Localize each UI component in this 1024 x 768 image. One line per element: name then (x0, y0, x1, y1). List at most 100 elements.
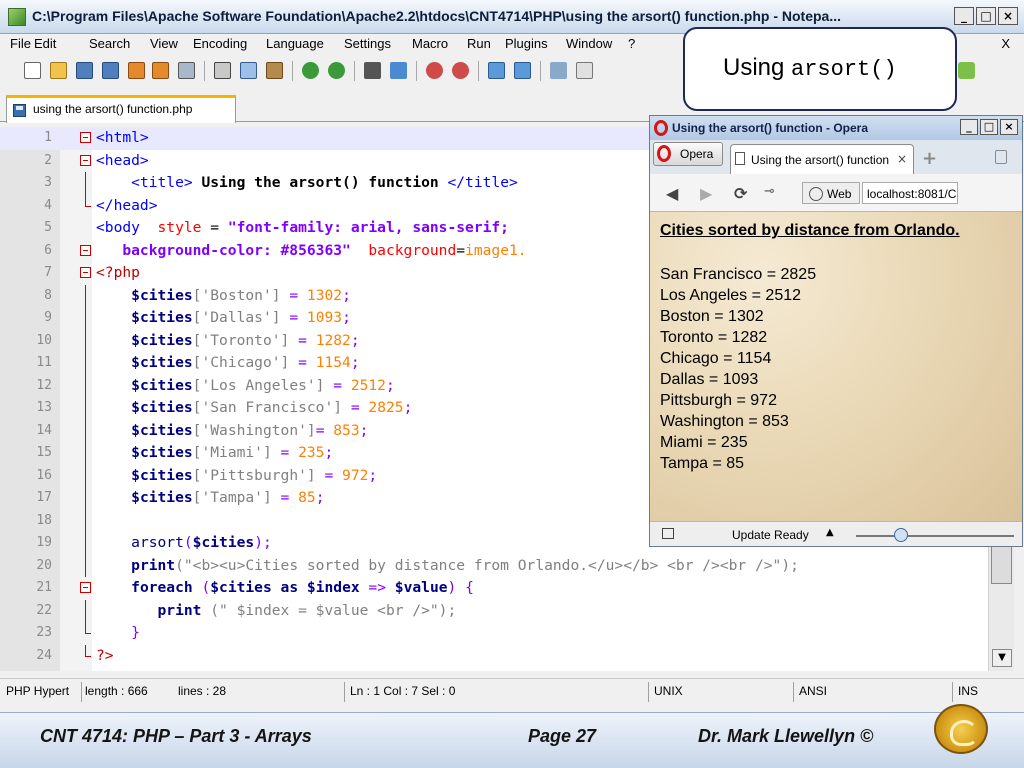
sync-vertical-icon[interactable] (488, 62, 505, 79)
code-text: print (" $index = $value <br />"); (157, 601, 457, 619)
redo-icon[interactable] (328, 62, 345, 79)
paste-icon[interactable] (266, 62, 283, 79)
scrollbar-thumb[interactable] (991, 542, 1012, 584)
fold-toggle-icon[interactable] (80, 582, 91, 593)
menu-settings[interactable]: Settings (344, 36, 391, 51)
fold-toggle-icon[interactable] (80, 132, 91, 143)
panel-toggle-icon[interactable] (662, 528, 674, 539)
zoom-slider-knob[interactable] (894, 528, 908, 542)
undo-icon[interactable] (302, 62, 319, 79)
replace-icon[interactable] (390, 62, 407, 79)
opera-tab-using-arsort[interactable]: Using the arsort() function × (730, 144, 914, 174)
page-icon (735, 152, 745, 165)
close-document-icon[interactable]: X (1001, 36, 1010, 51)
line-number: 16 (36, 467, 52, 483)
menu-view[interactable]: View (150, 36, 178, 51)
opera-browser-window: Using the arsort() function - Opera _ □ … (649, 115, 1023, 547)
forward-arrow-icon[interactable]: ▶ (700, 184, 712, 203)
tab-using-arsort-function[interactable]: using the arsort() function.php (6, 95, 236, 123)
key-icon[interactable]: ⊸ (764, 184, 775, 199)
opera-minimize-button[interactable]: _ (960, 119, 978, 135)
code-text: $cities['Tampa'] = 85; (131, 489, 325, 506)
new-tab-icon[interactable]: + (922, 148, 937, 169)
opera-tab-label: Using the arsort() function (751, 153, 890, 167)
word-wrap-icon[interactable] (550, 62, 567, 79)
code-line: 21 foreach ($cities as $index => $value)… (0, 577, 1014, 600)
fold-guide (85, 329, 86, 352)
status-cursor-position: Ln : 1 Col : 7 Sel : 0 (350, 684, 456, 698)
opera-logo-icon (654, 120, 668, 136)
cut-icon[interactable] (214, 62, 231, 79)
zoom-out-icon[interactable] (452, 62, 469, 79)
find-icon[interactable] (364, 62, 381, 79)
status-separator (952, 682, 953, 702)
save-all-icon[interactable] (102, 62, 119, 79)
menu-plugins[interactable]: Plugins (505, 36, 548, 51)
save-icon[interactable] (76, 62, 93, 79)
toolbar-separator (416, 61, 417, 81)
line-number: 19 (36, 535, 52, 550)
zoom-slider-track[interactable] (856, 535, 1014, 537)
line-number: 9 (44, 310, 52, 325)
address-bar[interactable]: localhost:8081/C (862, 182, 958, 204)
menu-search[interactable]: Search (89, 36, 130, 51)
fold-toggle-icon[interactable] (80, 267, 91, 278)
code-line: 22 print (" $index = $value <br />"); (0, 599, 1014, 622)
code-line: 20 print("<b><u>Cities sorted by distanc… (0, 554, 1014, 577)
code-text: ?> (96, 646, 114, 664)
line-number: 2 (44, 152, 52, 168)
opera-menu-button[interactable]: Opera (653, 142, 723, 166)
fold-guide (85, 307, 86, 330)
close-all-icon[interactable] (152, 62, 169, 79)
code-text: arsort($cities); (131, 534, 272, 551)
back-arrow-icon[interactable]: ◀ (666, 184, 678, 203)
line-number: 10 (36, 332, 52, 348)
menu-language[interactable]: Language (266, 36, 324, 51)
fold-guide (85, 599, 86, 622)
fold-toggle-icon[interactable] (80, 154, 91, 166)
status-separator (344, 682, 345, 702)
close-tab-icon[interactable]: × (897, 152, 907, 166)
menu-window[interactable]: Window (566, 36, 612, 51)
new-file-icon[interactable] (24, 62, 41, 79)
menu-encoding[interactable]: Encoding (193, 36, 247, 51)
menu-macro[interactable]: Macro (412, 36, 448, 51)
opera-maximize-button[interactable]: □ (980, 119, 998, 135)
copy-icon[interactable] (240, 62, 257, 79)
notepad-plus-plus-icon (8, 8, 26, 26)
menu-help[interactable]: ? (628, 36, 635, 51)
opera-close-button[interactable]: × (1000, 119, 1018, 135)
city-result: Chicago = 1154 (660, 350, 772, 367)
code-text: $cities['Los Angeles'] = 2512; (131, 376, 395, 394)
zoom-in-icon[interactable] (426, 62, 443, 79)
close-file-icon[interactable] (128, 62, 145, 79)
line-number: 14 (36, 422, 52, 438)
web-search-button[interactable]: Web (802, 182, 860, 204)
show-all-chars-icon[interactable] (576, 62, 593, 79)
menu-file[interactable]: File (10, 36, 31, 51)
footer-page: Page 27 (528, 726, 597, 746)
reload-icon[interactable]: ⟳ (734, 184, 747, 203)
line-number: 23 (36, 625, 52, 640)
npp-window-title: C:\Program Files\Apache Software Foundat… (32, 8, 841, 24)
open-folder-icon[interactable] (50, 62, 67, 79)
spell-check-icon[interactable] (958, 62, 975, 79)
fold-guide (85, 464, 86, 487)
menu-run[interactable]: Run (467, 36, 491, 51)
scroll-down-arrow-icon[interactable]: ▼ (992, 649, 1012, 667)
fold-toggle-icon[interactable] (80, 244, 91, 256)
maximize-button[interactable]: □ (976, 7, 996, 25)
print-icon[interactable] (178, 62, 195, 79)
sync-horizontal-icon[interactable] (514, 62, 531, 79)
close-button[interactable]: × (998, 7, 1018, 25)
menu-edit[interactable]: Edit (34, 36, 56, 51)
trash-icon[interactable] (995, 150, 1007, 164)
fold-guide (85, 442, 86, 465)
opera-tab-bar: Opera Using the arsort() function × + (650, 140, 1022, 174)
city-result: Los Angeles = 2512 (660, 287, 802, 304)
status-lines: lines : 28 (178, 684, 227, 698)
minimize-button[interactable]: _ (954, 7, 974, 25)
caret-up-icon[interactable]: ▲ (826, 527, 834, 538)
fold-guide (85, 374, 86, 397)
address-url: localhost:8081/C (867, 187, 957, 201)
